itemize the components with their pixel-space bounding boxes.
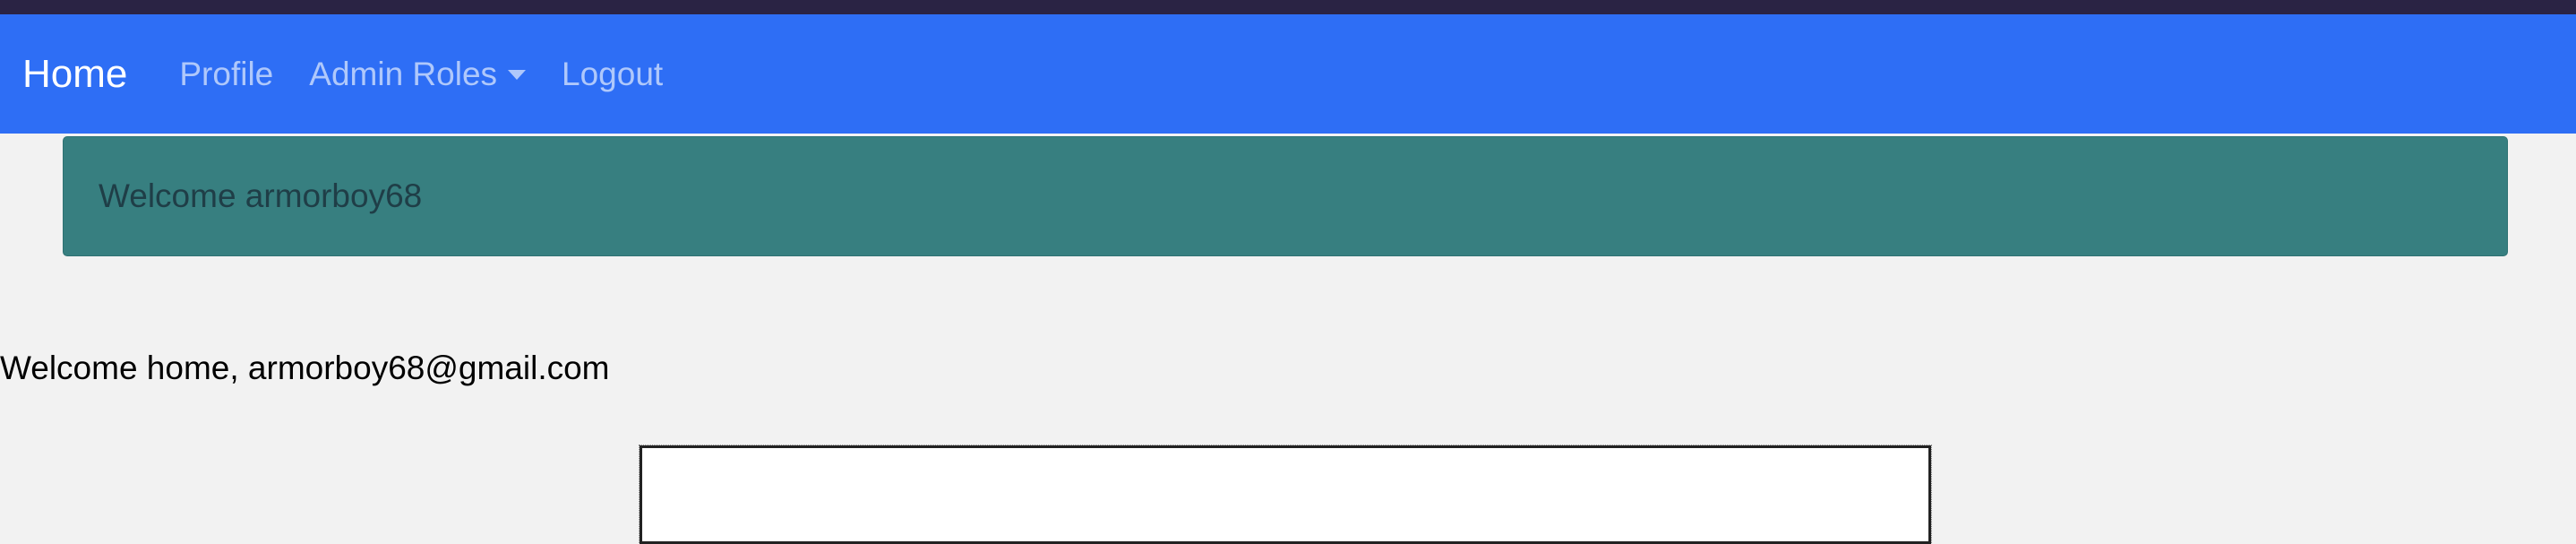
welcome-home-text: Welcome home, armorboy68@gmail.com: [0, 350, 610, 386]
nav-profile-label: Profile: [179, 55, 274, 92]
nav-logout-label: Logout: [562, 55, 664, 92]
welcome-alert: Welcome armorboy68: [63, 136, 2508, 256]
nav-admin-roles-dropdown[interactable]: Admin Roles: [309, 55, 527, 93]
browser-bookmarks-strip: [0, 0, 2576, 14]
top-navbar: Home Profile Admin Roles Logout: [0, 14, 2576, 134]
nav-logout-link[interactable]: Logout: [562, 56, 663, 93]
content-panel: [639, 445, 1932, 544]
nav-profile-link[interactable]: Profile: [179, 56, 273, 93]
welcome-alert-text: Welcome armorboy68: [99, 177, 423, 214]
caret-down-icon: [508, 70, 527, 80]
nav-admin-roles-label: Admin Roles: [309, 55, 498, 92]
nav-home-link[interactable]: Home: [22, 52, 127, 97]
